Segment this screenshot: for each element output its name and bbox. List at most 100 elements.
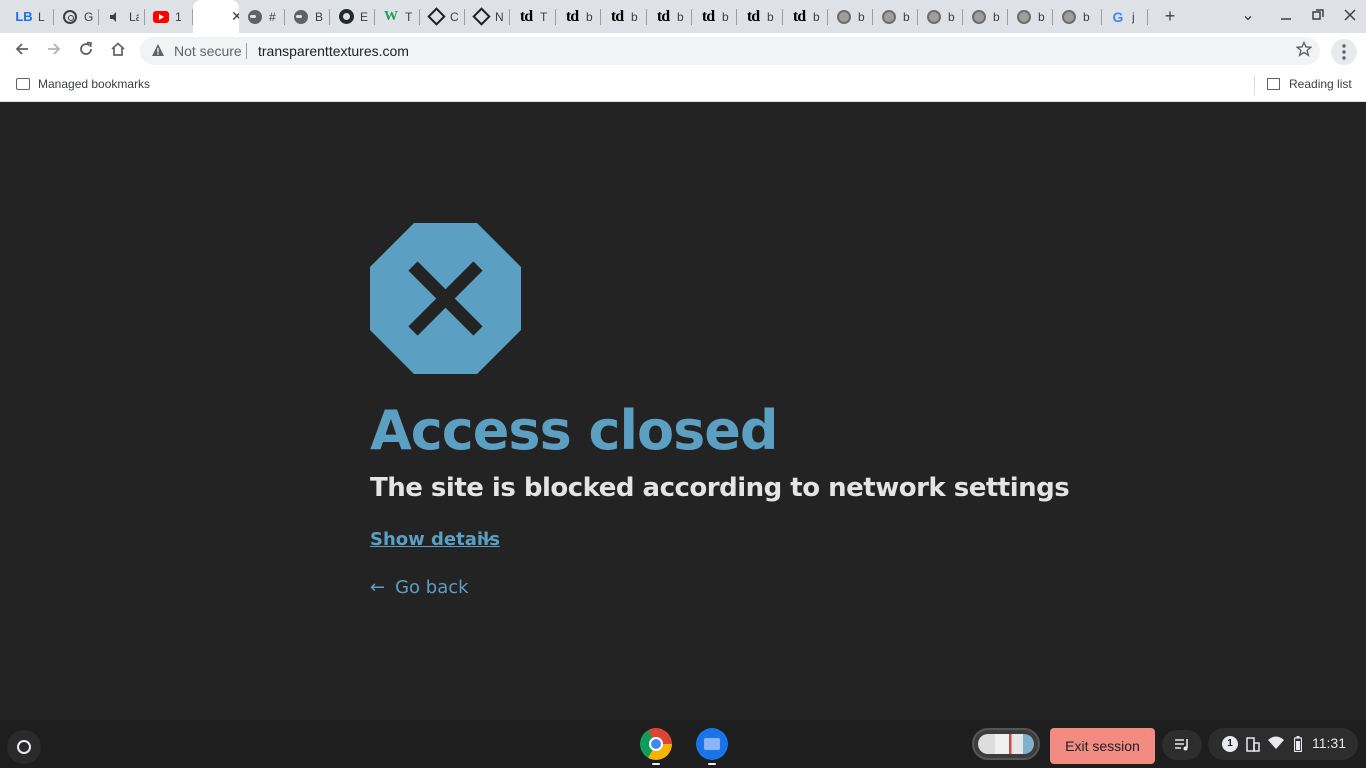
warning-icon[interactable] [150, 43, 166, 59]
google-icon-glyph: G [1112, 8, 1124, 25]
chrome-running-indicator [652, 763, 660, 765]
browser-tab[interactable]: N [465, 4, 510, 29]
td-icon-glyph: td [610, 7, 624, 25]
notification-badge: 1 [1222, 736, 1238, 752]
browser-tab[interactable]: LB L [8, 4, 54, 29]
tab-title: b [813, 9, 820, 24]
bookmark-star-button[interactable] [1294, 40, 1314, 61]
tab-title: b [722, 9, 729, 24]
browser-tab[interactable]: b [873, 4, 918, 29]
tab-title: N [495, 9, 504, 24]
enterprise-icon [1246, 737, 1260, 752]
browser-tab[interactable]: A✕ [193, 0, 239, 33]
cube-icon [471, 7, 491, 26]
tab-title: b [1038, 9, 1045, 24]
coin-icon [971, 9, 987, 25]
tab-title: E [360, 9, 369, 24]
bookmarks-bar: Managed bookmarks Reading list [0, 69, 1366, 102]
tab-strip: LBLGLa1A✕#BEWTCNtdTtdbtdbtdbtdbtdbtdbbbb… [0, 0, 1366, 33]
window-preview-thumbnail[interactable] [972, 728, 1040, 760]
page-subtitle: The site is blocked according to network… [370, 473, 1070, 503]
minimize-button[interactable] [1276, 6, 1296, 26]
files-running-indicator [708, 763, 716, 765]
address-bar[interactable]: Not secure transparenttextures.com [140, 37, 1320, 65]
back-button[interactable] [10, 39, 34, 63]
browser-tab[interactable]: E [330, 4, 375, 29]
minimize-icon [1281, 18, 1291, 20]
url-text[interactable]: transparenttextures.com [258, 43, 409, 59]
tab-title: La [129, 9, 139, 24]
td-icon: td [564, 7, 580, 25]
close-window-button[interactable] [1340, 6, 1360, 26]
arrow-left-icon: ← [370, 577, 386, 598]
coin-icon [926, 9, 942, 25]
home-icon [111, 42, 125, 56]
system-shelf: Exit session 1 11:31 [0, 720, 1366, 768]
forward-button[interactable] [42, 39, 66, 63]
browser-tab[interactable]: b [1008, 4, 1053, 29]
browser-tab[interactable]: # [239, 4, 285, 29]
browser-tab[interactable]: B [285, 4, 330, 29]
browser-tab[interactable]: 1 [145, 4, 193, 29]
reading-list-button[interactable]: Reading list [1289, 77, 1352, 91]
reading-list-icon[interactable] [1267, 78, 1280, 90]
home-button[interactable] [106, 39, 130, 63]
browser-tab[interactable]: td b [556, 4, 601, 29]
browser-tab[interactable]: td b [601, 4, 647, 29]
browser-tab[interactable]: td b [692, 4, 737, 29]
go-back-link[interactable]: ← Go back [370, 577, 469, 598]
files-app-icon[interactable] [696, 728, 728, 760]
td-icon-glyph: td [519, 7, 533, 25]
browser-tab[interactable]: td b [783, 4, 828, 29]
browser-tab[interactable]: G [54, 4, 99, 29]
launcher-button[interactable] [7, 730, 41, 764]
new-tab-button[interactable]: + [1160, 6, 1180, 26]
tab-search-button[interactable]: ⌄ [1238, 6, 1258, 26]
more-vert-icon [1342, 44, 1346, 60]
tab-title: b [767, 9, 774, 24]
restore-icon [1312, 9, 1324, 20]
close-tab-button[interactable]: ✕ [231, 8, 239, 25]
td-icon-glyph: td [656, 7, 670, 25]
browser-tab[interactable]: Gj [1102, 4, 1148, 29]
tab-title: b [993, 9, 1000, 24]
coin-icon [836, 9, 852, 25]
browser-tab[interactable]: WT [375, 4, 420, 29]
td-icon-glyph: td [746, 7, 760, 25]
blank-icon [201, 9, 217, 25]
reload-button[interactable] [74, 39, 98, 63]
browser-toolbar: Not secure transparenttextures.com [0, 33, 1366, 69]
media-controls-button[interactable] [1162, 730, 1202, 760]
browser-tab[interactable]: td b [647, 4, 692, 29]
exit-session-button[interactable]: Exit session [1050, 728, 1155, 764]
td-icon: td [700, 7, 716, 25]
folder-icon[interactable] [16, 78, 30, 90]
playlist-icon [1175, 739, 1188, 751]
td-icon: td [609, 7, 625, 25]
td-icon-glyph: td [565, 7, 579, 25]
tab-title: 1 [175, 9, 182, 24]
browser-tab[interactable]: C [420, 4, 465, 29]
w-icon: W [383, 9, 399, 25]
managed-bookmarks-folder[interactable]: Managed bookmarks [38, 77, 150, 91]
browser-menu-button[interactable] [1331, 39, 1357, 65]
td-icon-glyph: td [701, 7, 715, 25]
browser-tab[interactable]: b [918, 4, 963, 29]
chevron-down-icon[interactable] [479, 531, 495, 547]
speaker-icon [107, 9, 123, 25]
lb-icon: LB [15, 9, 32, 25]
browser-tab[interactable]: La [99, 4, 145, 29]
security-status-label[interactable]: Not secure [174, 43, 242, 59]
chrome-app-icon[interactable] [640, 728, 672, 760]
browser-tab[interactable]: b [1053, 4, 1102, 29]
browser-tab[interactable]: b [963, 4, 1008, 29]
restore-button[interactable] [1308, 6, 1328, 26]
status-tray[interactable]: 1 11:31 [1208, 728, 1358, 760]
td-icon: td [745, 7, 761, 25]
browser-tab[interactable]: td T [510, 4, 556, 29]
browser-tab[interactable]: b [828, 4, 873, 29]
tab-title: T [405, 9, 413, 24]
tab-title: T [540, 9, 548, 24]
browser-tab[interactable]: td b [737, 4, 783, 29]
tab-title: j [1132, 9, 1135, 24]
